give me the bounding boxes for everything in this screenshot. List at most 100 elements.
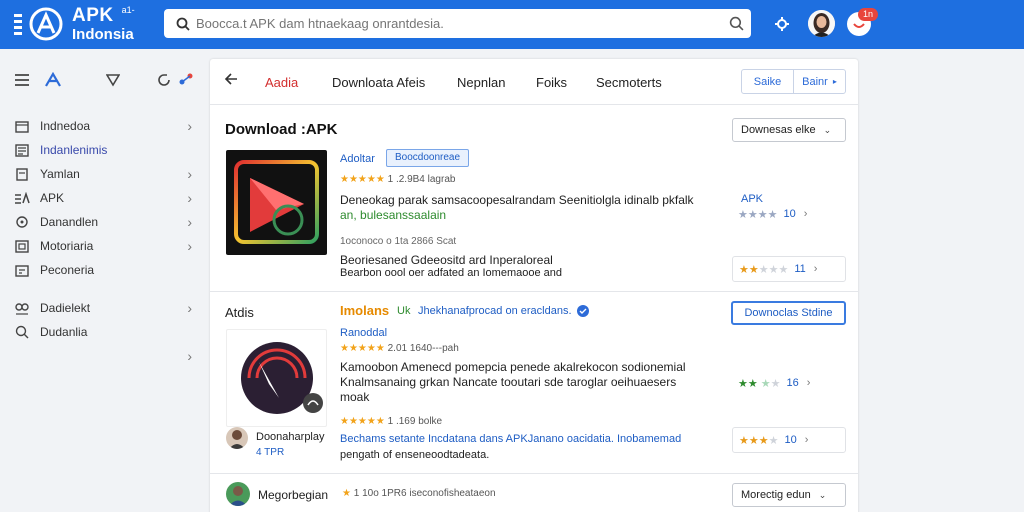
sidebar-item-indanlenimis[interactable]: Indanlenimis — [12, 141, 192, 159]
rating-summary-box[interactable]: ★★★★★ 11 › — [732, 256, 846, 282]
sidebar-item-indnedoa[interactable]: Indnedoa › — [12, 117, 192, 135]
refresh-icon[interactable] — [156, 72, 172, 88]
search-bar — [164, 9, 751, 38]
rating-summary-box[interactable]: ★★★★ 10 › — [732, 427, 846, 453]
location-icon[interactable] — [772, 14, 792, 34]
star-rating-icon: ★ — [342, 488, 351, 499]
rating-summary[interactable]: ★★ ★★ 16 › — [732, 370, 846, 396]
app-name[interactable]: Adoltar — [340, 153, 375, 165]
chevron-right-icon: › — [806, 377, 811, 389]
chevron-right-icon: › — [187, 348, 192, 364]
sidebar-expand[interactable]: › — [12, 347, 192, 365]
app-icon-frame[interactable] — [226, 329, 327, 427]
caret-icon: ▸ — [832, 77, 837, 86]
filter-icon[interactable] — [106, 73, 120, 87]
sidebar-item-label: Yamlan — [40, 167, 80, 181]
download-button[interactable]: Downoclas Stdine — [731, 301, 846, 325]
app-footer-link[interactable]: Bechams setante — [340, 433, 425, 445]
sidebar-item-label: Peconeria — [40, 263, 95, 277]
view-toggle-saike[interactable]: Saike — [742, 70, 794, 93]
logo-mark-icon — [14, 7, 63, 41]
publisher-avatar[interactable] — [226, 427, 248, 449]
star-rating-icon: ★★★★★ — [739, 263, 789, 276]
apk-icon — [12, 191, 32, 205]
sort-dropdown-value: Downesas elke — [741, 124, 816, 136]
app-feature: Beoriesaned Gdeeositd ard Inperaloreal — [340, 253, 553, 267]
rating-count: 11 — [794, 263, 806, 275]
share-icon[interactable] — [178, 71, 194, 87]
sidebar-toolbar — [0, 71, 205, 91]
logo-apk: APK — [72, 5, 114, 26]
options-dropdown[interactable]: Morectig edun ⌄ — [732, 483, 846, 507]
sidebar-item-motoriaria[interactable]: Motoriaria › — [12, 237, 192, 255]
folder-icon — [12, 119, 32, 133]
sidebar-item-yamlan[interactable]: Yamlan › — [12, 165, 192, 183]
chevron-right-icon: › — [187, 166, 192, 182]
list-item-rating: ★ 1 10o 1PR6 iseconofisheataeon — [342, 488, 496, 499]
app-description-line3: moak — [340, 390, 370, 404]
rating-summary[interactable]: ★★★★ 10 › — [732, 201, 846, 227]
tab-nepnlan[interactable]: Nepnlan — [457, 75, 505, 90]
verified-icon — [577, 305, 589, 317]
main-content: Aadia Downloata Afeis Nepnlan Foiks Secm… — [210, 59, 858, 512]
group-icon — [12, 301, 32, 315]
app-icon-play[interactable] — [226, 150, 327, 255]
sidebar-item-dadielekt[interactable]: Dadielekt › — [12, 299, 192, 317]
publisher-avatar[interactable] — [226, 482, 250, 506]
chevron-right-icon: › — [187, 300, 192, 316]
sidebar-item-label: Dudanlia — [40, 325, 88, 339]
back-arrow-icon[interactable] — [224, 71, 240, 87]
sidebar: Indnedoa › Indanlenimis Yamlan › APK › D… — [0, 49, 205, 512]
user-avatar[interactable] — [808, 10, 835, 37]
search-input[interactable] — [196, 9, 721, 38]
app-rating: ★★★★★ 2.01 1640---pah — [340, 343, 459, 354]
divider — [210, 291, 858, 292]
sidebar-item-dudanlia[interactable]: Dudanlia — [12, 323, 192, 341]
sidebar-item-peconeria[interactable]: Peconeria — [12, 261, 192, 279]
logo-version: a1- — [121, 5, 135, 15]
rating-count: 16 — [786, 377, 799, 389]
view-toggle: Saike Bainr ▸ — [741, 69, 846, 94]
sidebar-item-label: Motoriaria — [40, 239, 94, 253]
search-submit-icon[interactable] — [721, 16, 751, 31]
sidebar-item-label: APK — [40, 191, 65, 205]
tab-foiks[interactable]: Foiks — [536, 75, 567, 90]
sidebar-item-label: Indnedoa — [40, 119, 91, 133]
chevron-right-icon: › — [187, 190, 192, 206]
search-icon — [170, 17, 196, 31]
logo[interactable]: APK a1- Indonsia — [72, 5, 135, 43]
app-description-line2: an, bulesanssaalain — [340, 208, 447, 222]
list-item-name[interactable]: Megorbegian — [258, 488, 328, 502]
list-item-rating-text: 1 10o 1PR6 iseconofisheataeon — [353, 488, 496, 499]
menu-icon[interactable] — [14, 73, 30, 87]
section-title: Download :APK — [225, 121, 338, 138]
chat-icon — [12, 215, 32, 229]
section-label: Atdis — [225, 305, 254, 320]
tab-downloata-afeis[interactable]: Downloata Afeis — [332, 75, 425, 90]
publisher-name[interactable]: Doonaharplay — [256, 431, 325, 443]
app-description-line2: Knalmsanaing grkan Nancate tooutari sde … — [340, 375, 677, 389]
tab-aadia[interactable]: Aadia — [265, 75, 298, 90]
logo-subtitle: Indonsia — [72, 26, 134, 43]
chevron-right-icon: › — [813, 263, 818, 275]
sidebar-item-apk[interactable]: APK › — [12, 189, 192, 207]
app-subtitle: Ranoddal — [340, 327, 388, 339]
app-rating-text: 1 .2.9B4 lagrab — [387, 174, 456, 185]
document-icon — [12, 167, 32, 181]
app-rating2-text: 1 .169 bolke — [387, 416, 443, 427]
sort-dropdown[interactable]: Downesas elke ⌄ — [732, 118, 846, 142]
list-icon — [12, 143, 32, 157]
rating-count: 10 — [784, 434, 797, 446]
top-bar: APK a1- Indonsia 1n — [0, 0, 1024, 49]
tab-secmoterts[interactable]: Secmoterts — [596, 75, 662, 90]
apps-icon[interactable] — [44, 72, 62, 88]
view-toggle-bainr[interactable]: Bainr ▸ — [794, 70, 845, 93]
chevron-right-icon: › — [187, 238, 192, 254]
app-title-highlight[interactable]: Imolans — [340, 303, 389, 318]
app-title[interactable]: Jhekhanafprocad on eracldans. — [418, 305, 572, 317]
notification-badge: 1n — [858, 8, 878, 21]
chevron-right-icon: › — [804, 434, 809, 446]
app-footer-text-line2: pengath of enseneoodtadeata. — [340, 449, 490, 461]
sidebar-item-danandlen[interactable]: Danandlen › — [12, 213, 192, 231]
app-rating-text: 2.01 1640---pah — [387, 343, 459, 354]
